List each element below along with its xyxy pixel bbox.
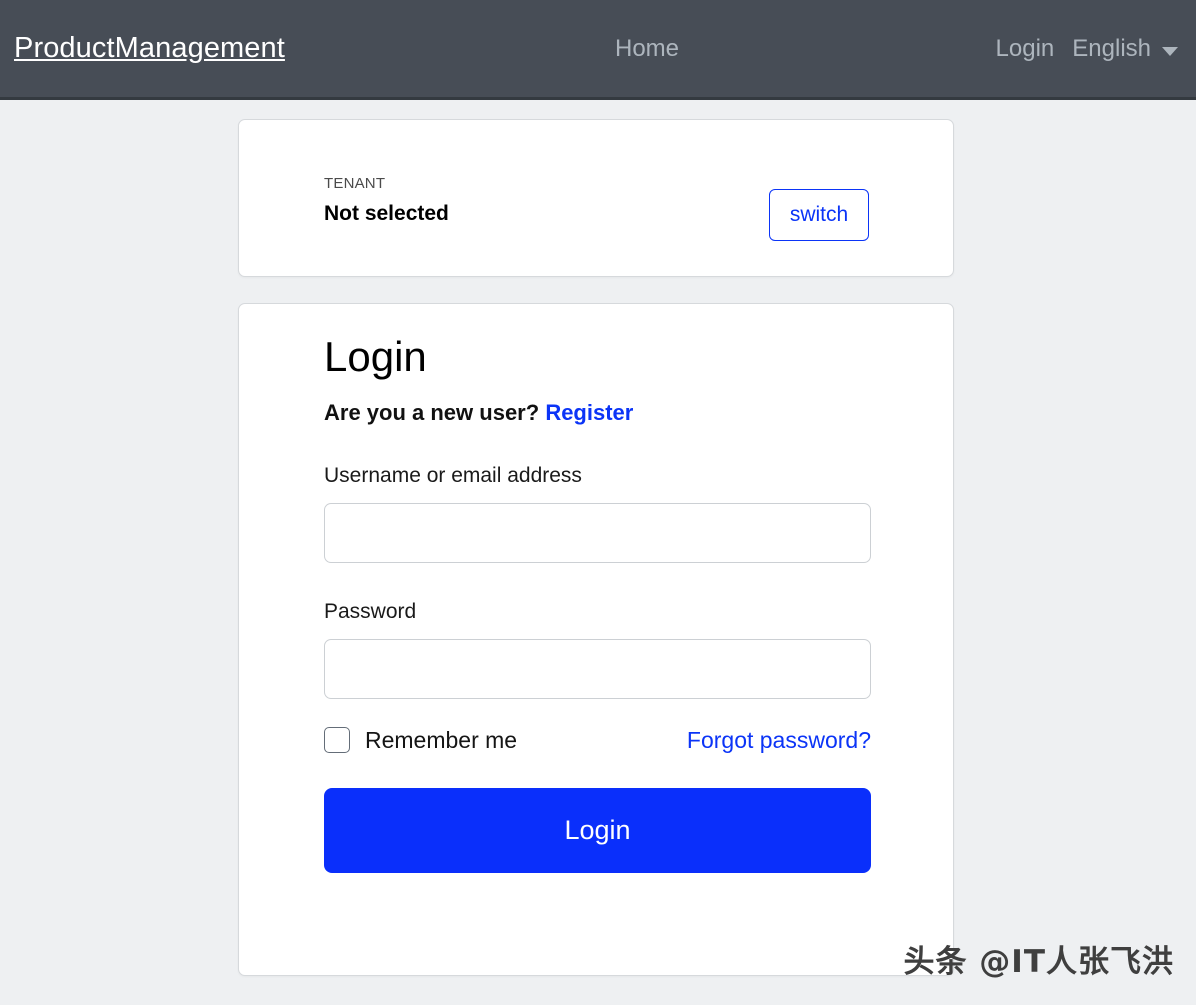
login-card: Login Are you a new user? Register Usern… xyxy=(238,303,954,976)
nav-center-group: Home xyxy=(615,34,679,64)
new-user-prompt: Are you a new user? Register xyxy=(324,399,871,427)
remember-me-checkbox[interactable] xyxy=(324,727,350,753)
nav-right-group: Login English xyxy=(996,34,1178,64)
tenant-label: TENANT xyxy=(324,175,386,192)
top-navbar: ProductManagement Home Login English xyxy=(0,0,1196,100)
language-selector-label: English xyxy=(1072,35,1151,62)
nav-link-login[interactable]: Login xyxy=(996,34,1055,64)
remember-me-group[interactable]: Remember me xyxy=(324,725,517,755)
password-field-group: Password xyxy=(324,598,871,699)
page-title: Login xyxy=(324,333,427,380)
brand-logo[interactable]: ProductManagement xyxy=(14,32,285,65)
switch-tenant-button[interactable]: switch xyxy=(769,189,869,241)
language-selector[interactable]: English xyxy=(1072,34,1178,64)
chevron-down-icon xyxy=(1162,47,1178,56)
login-submit-button[interactable]: Login xyxy=(324,788,871,873)
watermark-text: 头条 @IT人张飞洪 xyxy=(903,944,1174,980)
password-label: Password xyxy=(324,600,417,623)
login-options-row: Remember me Forgot password? xyxy=(324,724,871,756)
nav-link-home[interactable]: Home xyxy=(615,35,679,62)
page-content: TENANT Not selected switch Login Are you… xyxy=(0,100,1196,976)
username-field-group: Username or email address xyxy=(324,462,871,563)
register-link[interactable]: Register xyxy=(545,400,633,425)
remember-me-label: Remember me xyxy=(365,727,518,753)
forgot-password-link[interactable]: Forgot password? xyxy=(687,725,871,755)
tenant-info: TENANT Not selected xyxy=(324,174,449,229)
new-user-text: Are you a new user? xyxy=(324,400,540,425)
tenant-card: TENANT Not selected switch xyxy=(238,119,954,277)
username-label: Username or email address xyxy=(324,464,582,487)
password-input[interactable] xyxy=(324,639,871,699)
tenant-value: Not selected xyxy=(324,202,449,225)
username-input[interactable] xyxy=(324,503,871,563)
login-form: Login Are you a new user? Register Usern… xyxy=(324,331,871,873)
